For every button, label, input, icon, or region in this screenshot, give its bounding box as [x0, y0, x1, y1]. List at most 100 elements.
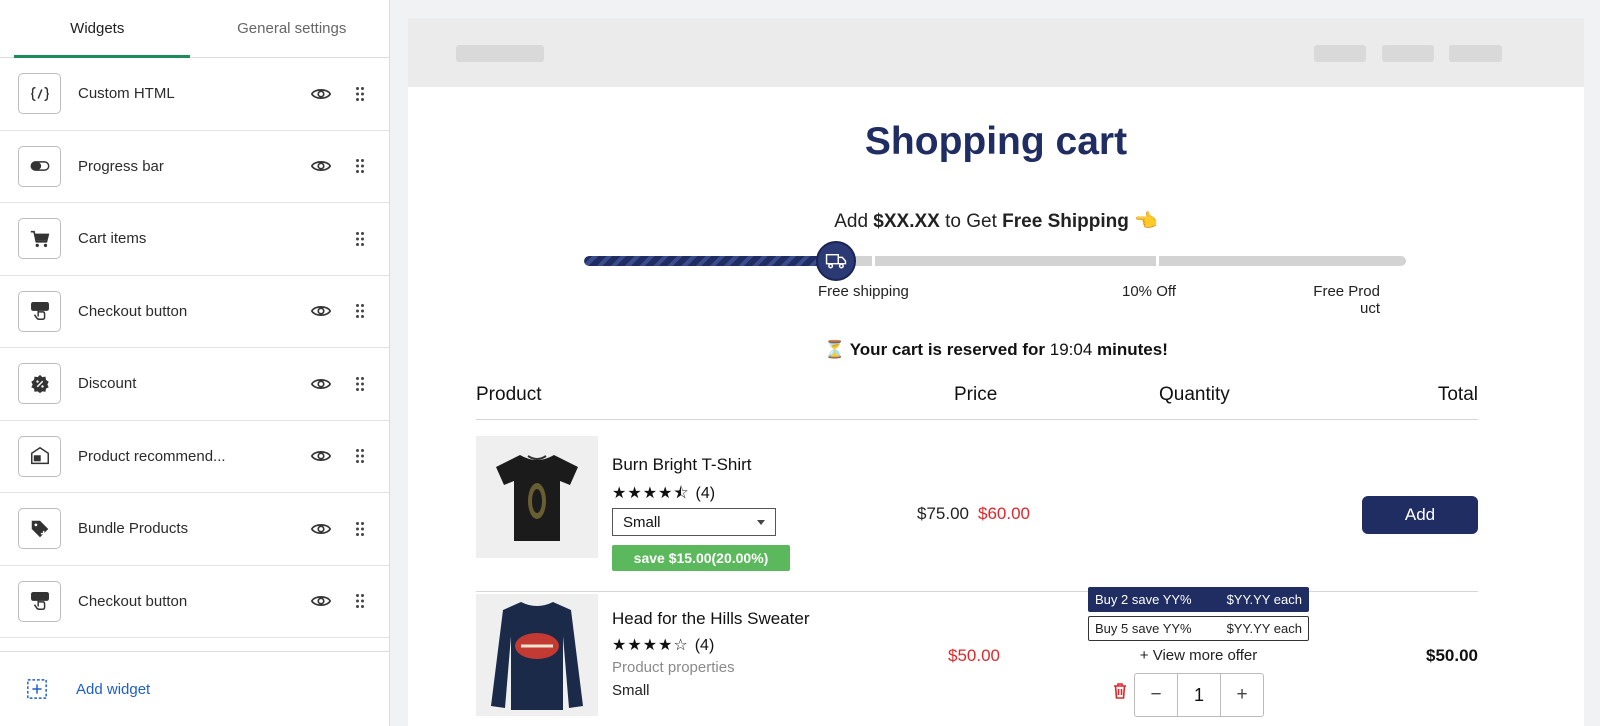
- pointing-hand-icon: 👈: [1134, 211, 1158, 232]
- volume-offer-selected[interactable]: Buy 2 save YY% $YY.YY each: [1088, 587, 1309, 612]
- widget-product-recommendations[interactable]: Product recommend...: [0, 421, 389, 493]
- price-sale: $60.00: [978, 504, 1030, 523]
- widget-label: Checkout button: [78, 592, 188, 610]
- product-properties: Product properties: [612, 659, 735, 676]
- reserved-prefix: Your cart is reserved for: [849, 340, 1045, 359]
- nav-placeholder: [1382, 45, 1434, 62]
- widget-label: Product recommend...: [78, 447, 226, 465]
- quantity-stepper: − 1 +: [1134, 673, 1264, 717]
- milestone-label: 10% Off: [1122, 283, 1176, 300]
- offer-price: $YY.YY each: [1226, 592, 1302, 607]
- widget-bundle-products[interactable]: Bundle Products: [0, 493, 389, 566]
- eye-icon[interactable]: [310, 300, 332, 322]
- product-image[interactable]: [476, 594, 598, 716]
- sidebar-tabs: Widgets General settings: [0, 0, 389, 58]
- eye-icon[interactable]: [310, 518, 332, 540]
- nav-placeholder: [1449, 45, 1502, 62]
- tag-plus-icon: [18, 508, 61, 550]
- star-rating-icon: ★★★★☆: [612, 637, 689, 654]
- cart-item-row: Burn Bright T-Shirt ★★★★⯪ (4) Small save …: [476, 436, 1478, 592]
- widget-progress-bar[interactable]: Progress bar: [0, 131, 389, 203]
- progress-fill: [584, 256, 831, 266]
- widget-custom-html[interactable]: Custom HTML: [0, 58, 389, 131]
- rating-stars: ★★★★☆ (4): [612, 635, 714, 655]
- store-header-placeholder: [408, 18, 1584, 87]
- reserved-time: 19:04: [1049, 340, 1093, 359]
- widget-checkout-button[interactable]: Checkout button: [0, 276, 389, 348]
- trash-icon[interactable]: [1112, 682, 1128, 700]
- star-rating-icon: ★★★★⯪: [612, 485, 690, 502]
- tab-general-settings[interactable]: General settings: [195, 0, 390, 57]
- variant-select-value: Small: [623, 514, 661, 531]
- widget-discount[interactable]: Discount: [0, 348, 389, 421]
- drag-handle-icon[interactable]: [355, 521, 365, 537]
- column-total: Total: [1437, 384, 1478, 405]
- app-root: Widgets General settings Custom HTML Pro…: [0, 0, 1600, 726]
- increase-quantity-button[interactable]: +: [1221, 674, 1263, 716]
- variant-select[interactable]: Small: [612, 508, 776, 536]
- sidebar: Widgets General settings Custom HTML Pro…: [0, 0, 390, 726]
- view-more-offers-link[interactable]: + View more offer: [1088, 647, 1309, 664]
- drag-handle-icon[interactable]: [355, 303, 365, 319]
- column-quantity: Quantity: [1159, 384, 1230, 405]
- volume-offer[interactable]: Buy 5 save YY% $YY.YY each: [1088, 616, 1309, 641]
- code-icon: [18, 73, 61, 115]
- price-sale: $50.00: [948, 646, 1000, 665]
- cart-item-row: Head for the Hills Sweater ★★★★☆ (4) Prod…: [476, 587, 1478, 726]
- nav-placeholder: [1314, 45, 1366, 62]
- eye-icon[interactable]: [310, 155, 332, 177]
- toggle-icon: [18, 145, 61, 187]
- eye-icon[interactable]: [310, 83, 332, 105]
- widget-label: Checkout button: [78, 302, 188, 320]
- column-price: Price: [954, 384, 998, 405]
- widget-label: Custom HTML: [78, 85, 175, 103]
- recommend-icon: [18, 435, 61, 477]
- shipping-goal: Free Shipping: [1002, 211, 1129, 232]
- quantity-value[interactable]: 1: [1177, 674, 1221, 716]
- drag-handle-icon[interactable]: [355, 158, 365, 174]
- offer-label: Buy 2 save YY%: [1095, 592, 1192, 607]
- rating-stars: ★★★★⯪ (4): [612, 482, 715, 509]
- milestone-divider: [872, 256, 875, 266]
- drag-handle-icon[interactable]: [355, 86, 365, 102]
- drag-handle-icon[interactable]: [355, 231, 365, 247]
- shipping-middle: to Get: [939, 211, 1003, 232]
- hourglass-icon: ⏳: [824, 340, 846, 359]
- discount-badge-icon: [18, 363, 61, 405]
- tab-widgets[interactable]: Widgets: [0, 0, 195, 57]
- offer-label: Buy 5 save YY%: [1095, 621, 1192, 636]
- cart-icon: [18, 218, 61, 260]
- widget-checkout-button-2[interactable]: Checkout button: [0, 566, 389, 638]
- product-variant: Small: [612, 682, 650, 699]
- add-widget-button[interactable]: Add widget: [0, 651, 390, 726]
- product-name[interactable]: Burn Bright T-Shirt: [612, 455, 752, 475]
- shipping-prefix: Add: [834, 211, 874, 232]
- shipping-progress-bar: [584, 256, 1406, 266]
- logo-placeholder: [456, 45, 544, 62]
- column-product: Product: [476, 384, 542, 405]
- widget-label: Bundle Products: [78, 520, 189, 538]
- add-widget-label: Add widget: [76, 680, 151, 698]
- shipping-message: Add $XX.XX to Get Free Shipping 👈: [408, 209, 1584, 233]
- widget-label: Cart items: [78, 230, 147, 248]
- milestone-label: Free Prod uct: [1313, 283, 1380, 317]
- drag-handle-icon[interactable]: [355, 448, 365, 464]
- cart-table-header: Product Price Quantity Total: [476, 384, 1478, 420]
- cart-title: Shopping cart: [864, 120, 1128, 163]
- eye-icon[interactable]: [310, 590, 332, 612]
- eye-icon[interactable]: [310, 445, 332, 467]
- drag-handle-icon[interactable]: [355, 376, 365, 392]
- product-name[interactable]: Head for the Hills Sweater: [612, 609, 809, 629]
- eye-icon[interactable]: [310, 373, 332, 395]
- product-image[interactable]: [476, 436, 598, 558]
- offer-price: $YY.YY each: [1226, 621, 1302, 636]
- add-to-cart-button[interactable]: Add: [1362, 496, 1478, 534]
- widget-cart-items[interactable]: Cart items: [0, 203, 389, 276]
- drag-handle-icon[interactable]: [355, 593, 365, 609]
- rating-count: (4): [695, 485, 716, 502]
- decrease-quantity-button[interactable]: −: [1135, 674, 1177, 716]
- save-badge: save $15.00(20.00%): [612, 545, 790, 571]
- reserved-suffix: minutes!: [1097, 340, 1168, 359]
- price-original: $75.00: [917, 504, 969, 523]
- chevron-down-icon: [757, 520, 765, 525]
